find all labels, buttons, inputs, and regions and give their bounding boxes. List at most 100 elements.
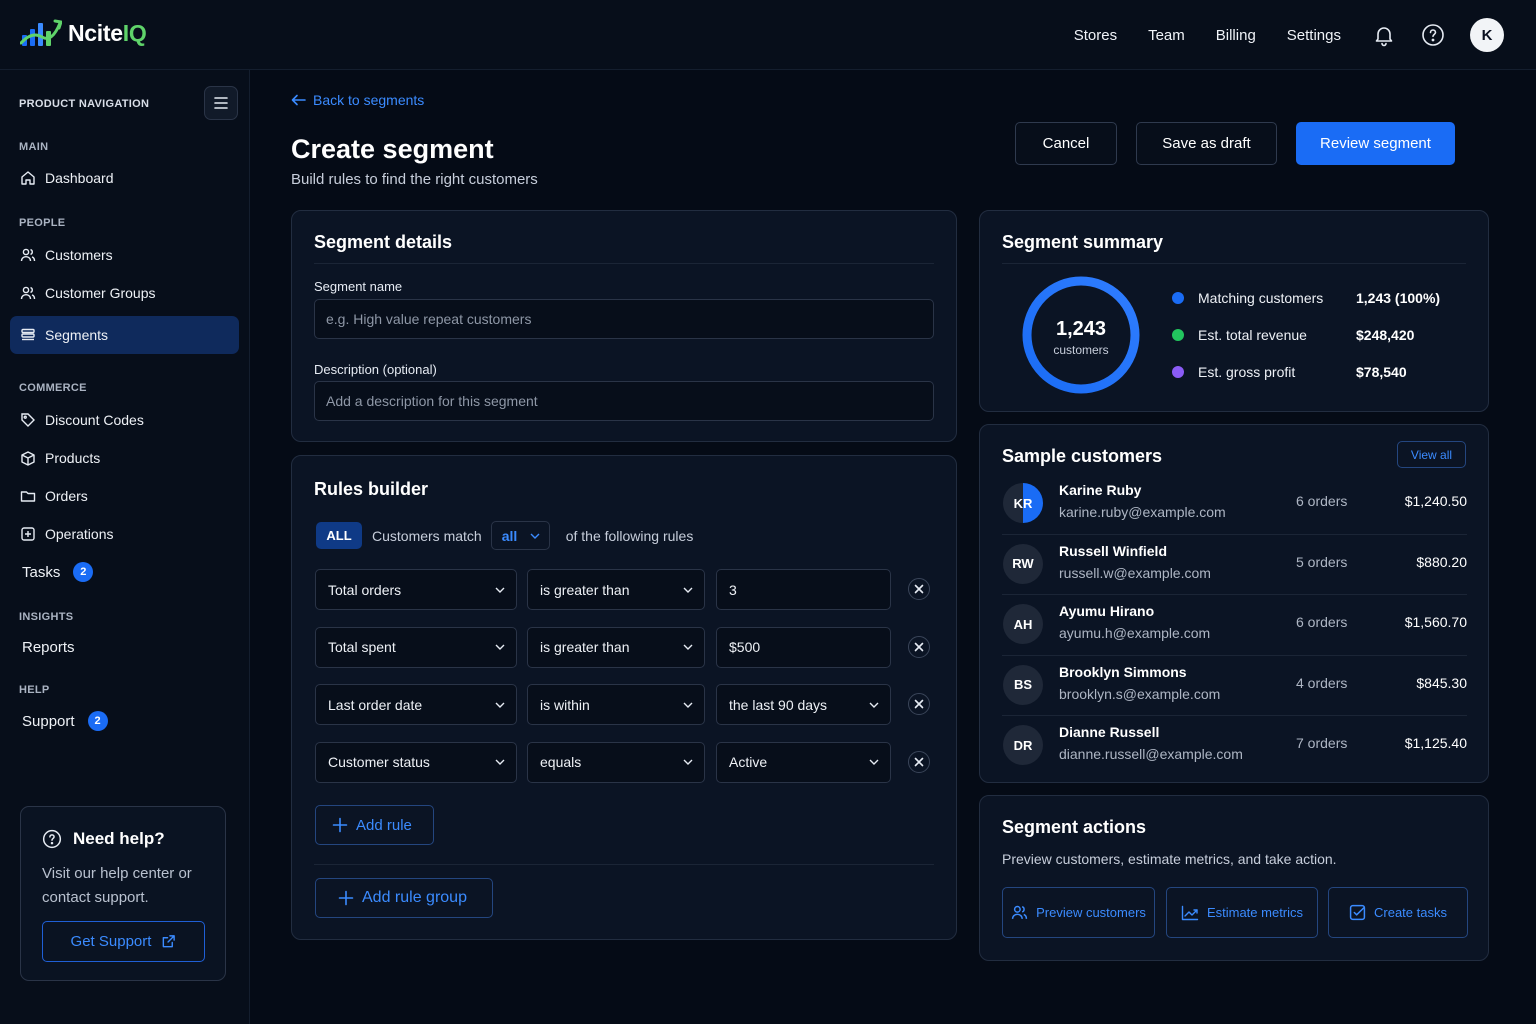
users-icon xyxy=(20,248,36,262)
remove-rule-button[interactable] xyxy=(908,750,930,773)
arrow-left-icon xyxy=(291,94,306,106)
sidebar-item-customer-groups[interactable]: Customer Groups xyxy=(10,274,239,312)
estimate-metrics-button[interactable]: Estimate metrics xyxy=(1166,887,1318,938)
rule-value-input[interactable]: $500 xyxy=(716,626,891,668)
sidebar-title: PRODUCT NAVIGATION xyxy=(19,98,150,110)
topnav-settings[interactable]: Settings xyxy=(1287,27,1341,44)
sidebar-item-label: Customers xyxy=(45,247,113,263)
topnav-billing[interactable]: Billing xyxy=(1216,27,1256,44)
chevron-down-icon xyxy=(530,533,540,539)
sidebar-section-help: HELP xyxy=(19,684,50,696)
view-all-button[interactable]: View all xyxy=(1397,441,1466,468)
sidebar-item-support[interactable]: Support 2 xyxy=(10,702,239,740)
rule-value-select[interactable]: the last 90 days xyxy=(716,684,891,725)
rule-operator-select[interactable]: is greater than xyxy=(527,569,705,610)
all-pill[interactable]: ALL xyxy=(316,522,362,549)
customer-avatar: AH xyxy=(1003,604,1043,644)
rule-field-select[interactable]: Customer status xyxy=(315,741,517,783)
customer-orders: 5 orders xyxy=(1296,553,1348,570)
rule-field-select-value: Customer status xyxy=(328,754,430,770)
customer-amount: $845.30 xyxy=(1416,674,1467,691)
rule-field-select[interactable]: Total orders xyxy=(315,569,517,610)
help-circle-icon[interactable] xyxy=(1421,23,1445,47)
top-bar: NciteIQ Stores Team Billing Settings K xyxy=(0,0,1536,70)
bell-icon[interactable] xyxy=(1372,23,1396,47)
customer-email: ayumu.h@example.com xyxy=(1059,625,1211,641)
match-mode-select[interactable]: all xyxy=(490,521,550,550)
rule-operator-select[interactable]: equals xyxy=(527,741,705,783)
sidebar-item-dashboard[interactable]: Dashboard xyxy=(10,159,239,197)
add-rule-group-label: Add rule group xyxy=(362,889,467,906)
user-avatar[interactable]: K xyxy=(1470,18,1504,52)
segments-icon xyxy=(21,328,35,341)
remove-rule-button[interactable] xyxy=(908,693,930,715)
description-label: Description (optional) xyxy=(314,362,437,377)
back-link-label: Back to segments xyxy=(313,92,425,108)
back-to-segments-link[interactable]: Back to segments xyxy=(291,92,424,108)
tag-icon xyxy=(21,413,35,427)
sidebar-item-segments[interactable]: Segments xyxy=(10,316,239,354)
legend-item: Est. total revenue $248,420 xyxy=(1172,327,1468,343)
legend-value: $78,540 xyxy=(1356,364,1407,380)
logo-text-accent: IQ xyxy=(122,19,147,46)
sidebar-item-discount-codes[interactable]: Discount Codes xyxy=(10,401,239,439)
add-rule-button[interactable]: Add rule xyxy=(315,805,434,845)
save-as-draft-button[interactable]: Save as draft xyxy=(1136,122,1277,165)
rule-field-select[interactable]: Last order date xyxy=(315,684,517,725)
customer-row[interactable]: KR Karine Ruby karine.ruby@example.com 6 or… xyxy=(1002,473,1467,533)
review-segment-button[interactable]: Review segment xyxy=(1296,122,1455,165)
chevron-down-icon xyxy=(495,587,505,593)
sidebar-item-label: Dashboard xyxy=(45,170,114,186)
sample-customers-card: Sample customers View all KR Karine Ruby k… xyxy=(979,424,1489,783)
segment-details-card: Segment details Segment name Description… xyxy=(291,210,957,442)
sidebar-item-operations[interactable]: Operations xyxy=(10,515,239,553)
create-tasks-label: Create tasks xyxy=(1374,905,1447,920)
get-support-button[interactable]: Get Support xyxy=(42,921,205,962)
add-rule-group-button[interactable]: Add rule group xyxy=(315,878,493,918)
legend-value: 1,243 (100%) xyxy=(1356,290,1441,306)
help-card-text: Visit our help center or contact support… xyxy=(42,865,192,906)
rule-value-input[interactable]: 3 xyxy=(716,569,891,610)
logo-text: NciteIQ xyxy=(68,19,147,47)
topnav-team[interactable]: Team xyxy=(1148,27,1185,44)
customer-amount: $1,125.40 xyxy=(1404,735,1467,751)
sidebar-item-tasks[interactable]: Tasks 2 xyxy=(10,553,239,591)
rule-operator-select-value: is within xyxy=(540,696,590,713)
rule-operator-select[interactable]: is greater than xyxy=(527,626,705,668)
sidebar-toggle-button[interactable] xyxy=(204,86,238,120)
close-icon xyxy=(914,584,924,594)
legend-label: Est. total revenue xyxy=(1198,327,1307,343)
topnav-stores[interactable]: Stores xyxy=(1074,27,1117,44)
rule-operator-select-value: equals xyxy=(540,754,582,770)
brand-logo[interactable]: NciteIQ xyxy=(20,17,147,49)
customer-row[interactable]: RW Russell Winfield russell.w@example.com 5… xyxy=(1002,534,1467,594)
remove-rule-button[interactable] xyxy=(908,635,930,658)
customer-row[interactable]: DR Dianne Russell dianne.russell@example.c… xyxy=(1002,715,1467,775)
description-input[interactable] xyxy=(314,381,934,421)
add-rule-label: Add rule xyxy=(356,816,412,834)
rule-field-select[interactable]: Total spent xyxy=(315,626,517,668)
segment-name-input[interactable] xyxy=(314,299,934,339)
legend-label: Matching customers xyxy=(1198,290,1324,306)
customer-row[interactable]: BS Brooklyn Simmons brooklyn.s@example.com… xyxy=(1002,655,1467,715)
sidebar-item-customers[interactable]: Customers xyxy=(10,236,239,274)
cancel-button[interactable]: Cancel xyxy=(1015,122,1117,165)
create-tasks-button[interactable]: Create tasks xyxy=(1328,887,1468,938)
preview-customers-button[interactable]: Preview customers xyxy=(1002,887,1155,938)
get-support-label: Get Support xyxy=(70,933,152,950)
sidebar-item-products[interactable]: Products xyxy=(10,439,239,477)
sidebar-item-label: Products xyxy=(45,450,101,466)
rule-operator-select[interactable]: is within xyxy=(527,684,705,725)
chevron-down-icon xyxy=(683,644,693,650)
help-card-title: Need help? xyxy=(73,829,165,848)
sidebar-item-label: Orders xyxy=(45,488,88,504)
menu-icon xyxy=(214,97,228,109)
customer-row[interactable]: AH Ayumu Hirano ayumu.h@example.com 6 order… xyxy=(1002,594,1467,654)
customer-amount: $1,240.50 xyxy=(1404,493,1467,509)
rule-field-select-value: Last order date xyxy=(328,696,423,713)
sidebar-item-orders[interactable]: Orders xyxy=(10,477,239,515)
rule-value-select[interactable]: Active xyxy=(716,741,891,783)
segment-actions-description: Preview customers, estimate metrics, and… xyxy=(1002,851,1337,867)
remove-rule-button[interactable] xyxy=(908,578,930,600)
sidebar-item-reports[interactable]: Reports xyxy=(10,628,239,666)
